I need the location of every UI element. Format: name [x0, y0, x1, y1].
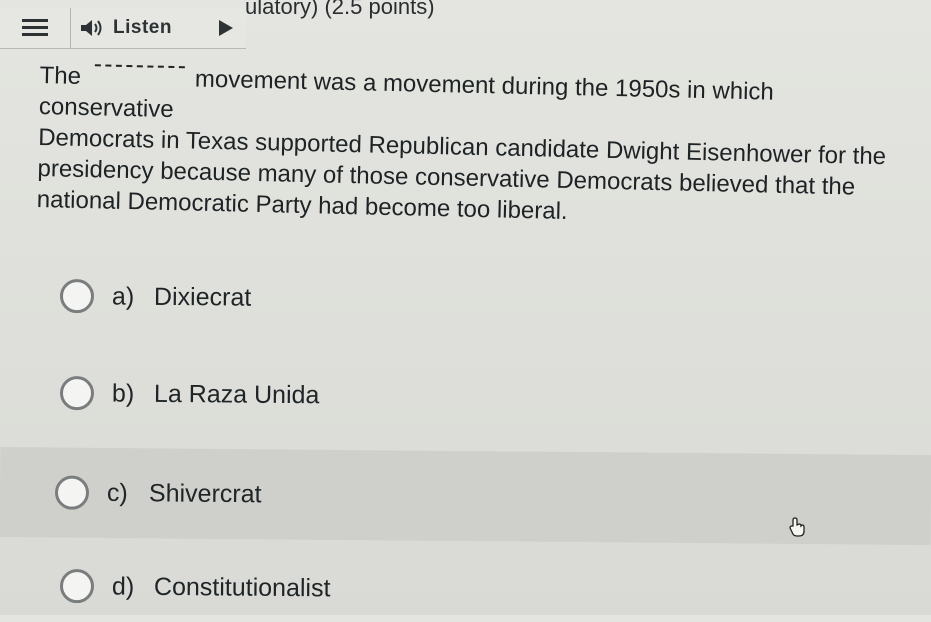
hamburger-icon: [22, 19, 48, 36]
question-line-1-text: movement was a movement during the 1950s…: [38, 65, 775, 124]
option-text: Dixiecrat: [153, 282, 252, 312]
listen-toolbar: Listen: [0, 8, 246, 49]
option-text: Shivercrat: [148, 478, 262, 508]
question-points-header: ulatory) (2.5 points): [245, 0, 435, 19]
option-b[interactable]: b) La Raza Unida: [59, 365, 920, 429]
hand-cursor-icon: [789, 517, 805, 537]
option-text: La Raza Unida: [153, 379, 320, 409]
radio-button-c[interactable]: [54, 475, 90, 510]
question-prefix: The: [39, 61, 82, 90]
listen-label[interactable]: Listen: [113, 17, 172, 39]
radio-button-b[interactable]: [59, 376, 95, 411]
menu-button[interactable]: [0, 8, 71, 48]
option-a[interactable]: a) Dixiecrat: [59, 268, 920, 332]
option-letter: b): [111, 378, 135, 408]
option-text: Constitutionalist: [153, 572, 331, 602]
radio-button-a[interactable]: [59, 279, 95, 314]
play-button[interactable]: [206, 8, 246, 48]
option-letter: d): [111, 571, 135, 601]
speaker-icon[interactable]: [79, 18, 105, 38]
option-letter: c): [106, 478, 128, 507]
option-d[interactable]: d) Constitutionalist: [59, 558, 920, 622]
play-icon: [219, 20, 233, 36]
option-letter: a): [111, 281, 135, 311]
question-text: The movement was a movement during the 19…: [36, 60, 914, 235]
radio-button-d[interactable]: [59, 569, 95, 604]
answer-blank: [95, 64, 186, 69]
